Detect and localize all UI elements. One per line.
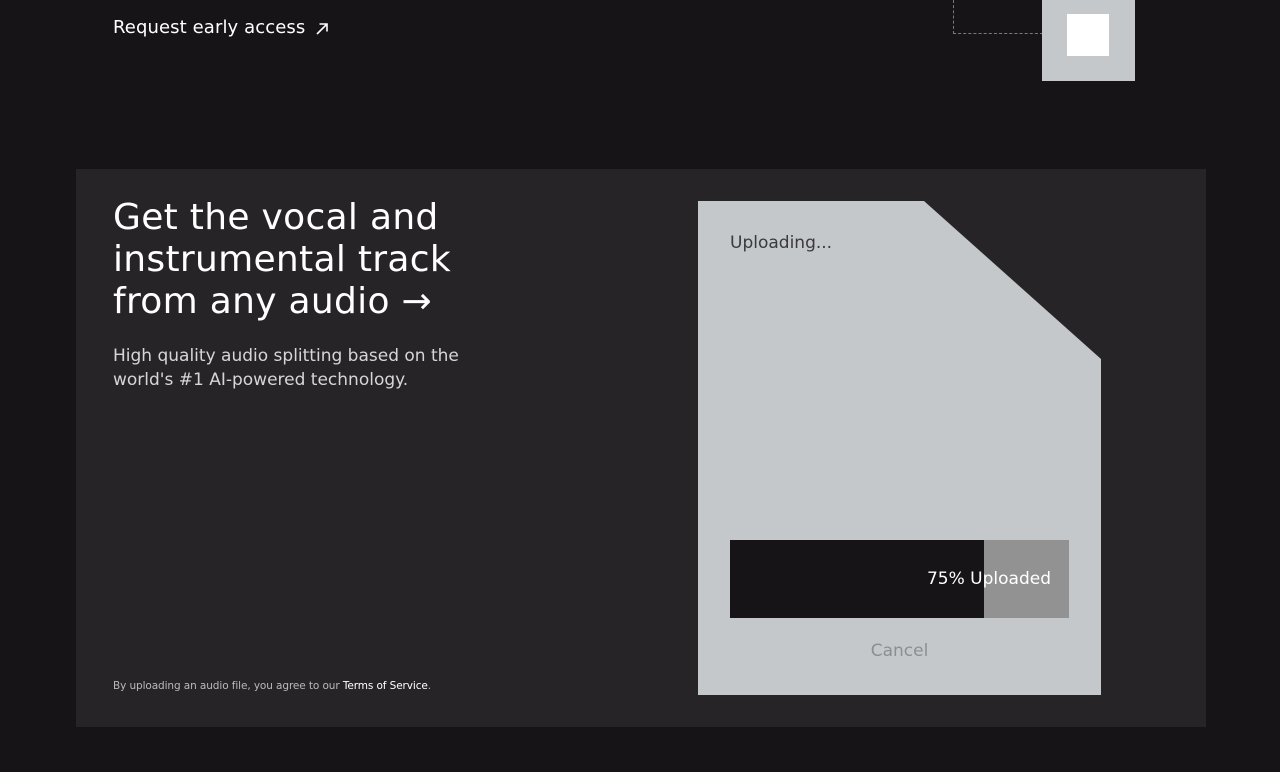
- request-early-access-link[interactable]: Request early access: [113, 17, 329, 38]
- upload-status: Uploading...: [730, 233, 833, 253]
- legal-suffix: .: [427, 680, 431, 692]
- cancel-button[interactable]: Cancel: [698, 641, 1101, 661]
- upload-panel: Get the vocal and instrumental track fro…: [76, 169, 1206, 727]
- decorative-square: [1042, 0, 1135, 81]
- hero-headline: Get the vocal and instrumental track fro…: [113, 197, 451, 322]
- decorative-dashed-line: [953, 0, 1043, 34]
- terms-of-service-link[interactable]: Terms of Service: [343, 680, 428, 692]
- upload-progress-label: 75% Uploaded: [926, 569, 1051, 589]
- arrow-up-right-icon: [316, 22, 329, 35]
- legal-prefix: By uploading an audio file, you agree to…: [113, 680, 343, 692]
- page: Request early access Get the vocal and i…: [0, 0, 1280, 772]
- request-early-access-label: Request early access: [113, 17, 306, 38]
- upload-progress-bar: 75% Uploaded: [730, 540, 1069, 618]
- hero-subtitle: High quality audio splitting based on th…: [113, 346, 459, 390]
- decorative-square-inner: [1067, 14, 1109, 56]
- upload-card: Uploading... 75% Uploaded Cancel: [698, 201, 1101, 695]
- legal-notice: By uploading an audio file, you agree to…: [113, 680, 431, 692]
